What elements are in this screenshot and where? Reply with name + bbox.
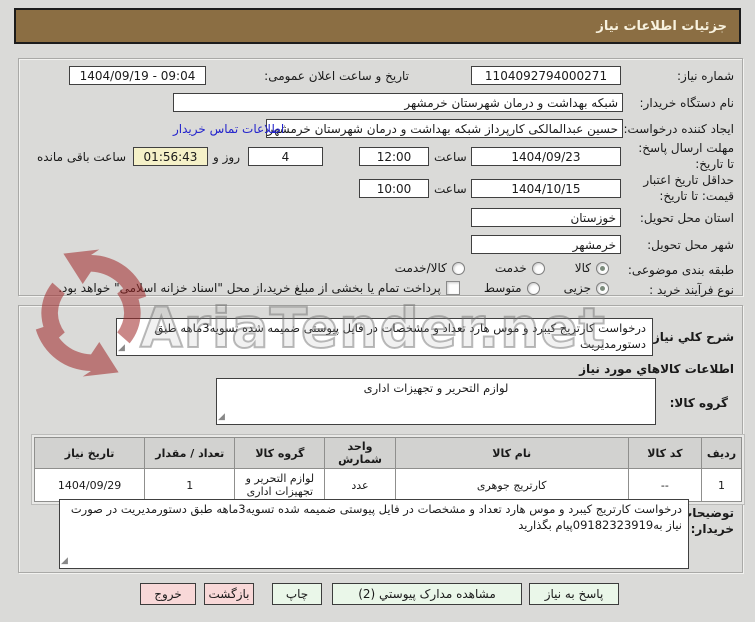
col-unit: واحد شمارش (324, 437, 396, 469)
treasury-checkbox-label: پرداخت تمام یا بخشی از مبلغ خرید،از محل … (58, 281, 441, 295)
buyer-org-value: شبکه بهداشت و درمان شهرستان خرمشهر (404, 95, 618, 110)
price-validity-label: حداقل تاریخ اعتبار قیمت: تا تاریخ: (643, 173, 734, 203)
goods-table-container: ردیف کد کالا نام کالا واحد شمارش گروه کا… (31, 434, 745, 505)
need-info-panel: شماره نیاز: 1104092794000271 تاریخ و ساع… (18, 58, 743, 297)
resize-handle-icon: ◢ (218, 411, 225, 422)
page-title-text: جزئیات اطلاعات نیاز (596, 18, 727, 34)
radio-label: کالا (574, 261, 591, 275)
goods-info-panel: شرح کلي نیاز: درخواست کارتریج کیبرد و مو… (18, 305, 745, 573)
buyer-org-label: نام دستگاه خریدار: (639, 96, 735, 110)
deadline-hour-label: ساعت (434, 150, 467, 164)
deadline-label: مهلت ارسال پاسخ: تا تاریخ: (638, 141, 734, 171)
announce-field[interactable]: 1404/09/19 - 09:04 (69, 66, 206, 85)
goods-group-label: گروه کالا: (669, 396, 728, 410)
price-validity-hour-label: ساعت (434, 182, 467, 196)
col-row-index: ردیف (700, 437, 743, 469)
buyer-notes-value: درخواست کارتریج کیبرد و موس هارد تعداد و… (70, 502, 682, 532)
countdown-value: 01:56:43 (143, 149, 198, 164)
radio-icon[interactable] (596, 261, 609, 275)
page-title: جزئیات اطلاعات نیاز (14, 8, 741, 44)
announce-value: 1404/09/19 - 09:04 (79, 68, 196, 83)
remaining-days-field[interactable]: 4 (248, 147, 323, 166)
days-and-label: روز و (213, 150, 240, 164)
col-quantity: تعداد / مقدار (144, 437, 236, 469)
col-goods-code: کد کالا (627, 437, 702, 469)
process-type-label: نوع فرآیند خرید : (649, 283, 734, 297)
cell-goods-name: کارتریج جوهری (394, 468, 629, 502)
countdown-field: 01:56:43 (133, 147, 208, 166)
city-label: شهر محل تحویل: (647, 238, 734, 252)
deadline-time-field[interactable]: 12:00 (359, 147, 429, 166)
treasury-checkbox-item[interactable]: پرداخت تمام یا بخشی از مبلغ خرید،از محل … (58, 281, 460, 295)
print-button[interactable]: چاپ (272, 583, 322, 605)
need-number-value: 1104092794000271 (484, 68, 608, 83)
radio-label: کالا/خدمت (394, 261, 447, 275)
price-validity-time-value: 10:00 (376, 181, 412, 196)
deadline-date-value: 1404/09/23 (511, 149, 581, 164)
respond-to-need-button[interactable]: پاسخ به نیاز (529, 583, 619, 605)
classification-radio-group: کالا خدمت کالا/خدمت (395, 261, 609, 275)
table-header-row: ردیف کد کالا نام کالا واحد شمارش گروه کا… (33, 437, 743, 469)
radio-icon[interactable] (596, 281, 609, 295)
radio-label: متوسط (483, 281, 522, 295)
need-description-value: درخواست کارتریج کیبرد و موس هارد تعداد و… (154, 321, 647, 351)
cell-goods-group: لوازم التحریر و تجهیزات اداری (234, 468, 326, 502)
cell-goods-code: -- (627, 468, 702, 502)
province-value: خوزستان (570, 210, 616, 225)
city-value: خرمشهر (572, 237, 616, 252)
goods-group-value: لوازم التحریر و تجهیزات اداری (363, 381, 509, 395)
radio-option-service[interactable]: خدمت (495, 261, 545, 275)
process-type-radio-group: جزیی متوسط پرداخت تمام یا بخشی از مبلغ خ… (58, 281, 609, 295)
col-goods-name: نام کالا (394, 437, 629, 469)
remaining-days-value: 4 (281, 149, 290, 164)
announce-label: تاریخ و ساعت اعلان عمومی: (264, 69, 409, 83)
treasury-checkbox-icon[interactable] (445, 281, 460, 295)
classification-label: طبقه بندی موضوعی: (627, 263, 734, 277)
radio-option-goods[interactable]: کالا (575, 261, 609, 275)
deadline-date-field[interactable]: 1404/09/23 (471, 147, 621, 166)
price-validity-time-field[interactable]: 10:00 (359, 179, 429, 198)
back-button[interactable]: بازگشت (204, 583, 254, 605)
buyer-notes-textarea[interactable]: درخواست کارتریج کیبرد و موس هارد تعداد و… (59, 499, 689, 569)
hours-remaining-label: ساعت باقی مانده (37, 150, 127, 164)
price-validity-date-field[interactable]: 1404/10/15 (471, 179, 621, 198)
radio-icon[interactable] (531, 261, 545, 275)
province-field[interactable]: خوزستان (471, 208, 621, 227)
goods-table: ردیف کد کالا نام کالا واحد شمارش گروه کا… (33, 437, 743, 502)
radio-option-minor[interactable]: جزیی (564, 281, 609, 295)
need-description-label: شرح کلي نیاز: (648, 330, 734, 344)
need-number-label: شماره نیاز: (677, 69, 734, 83)
resize-handle-icon: ◢ (118, 342, 125, 353)
radio-option-medium[interactable]: متوسط (484, 281, 540, 295)
buyer-org-field[interactable]: شبکه بهداشت و درمان شهرستان خرمشهر (173, 93, 623, 112)
goods-section-header: اطلاعات کالاهاي مورد نیاز (579, 362, 734, 376)
city-field[interactable]: خرمشهر (471, 235, 621, 254)
radio-icon[interactable] (451, 261, 465, 275)
cell-row-index: 1 (700, 468, 743, 502)
col-need-date: تاریخ نیاز (33, 437, 146, 469)
radio-label: جزیی (563, 281, 591, 295)
cell-need-date: 1404/09/29 (33, 468, 146, 502)
deadline-time-value: 12:00 (376, 149, 412, 164)
creator-label: ایجاد کننده درخواست: (623, 122, 734, 136)
resize-handle-icon: ◢ (61, 555, 68, 566)
radio-icon[interactable] (526, 281, 540, 295)
radio-option-goods-service[interactable]: کالا/خدمت (395, 261, 465, 275)
view-attached-docs-button[interactable]: مشاهده مدارک پیوستي (2) (332, 583, 522, 605)
need-details-window: جزئیات اطلاعات نیاز شماره نیاز: 11040927… (0, 0, 755, 622)
creator-value: حسین عبدالمالکی کارپرداز شبکه بهداشت و د… (267, 121, 618, 136)
creator-field[interactable]: حسین عبدالمالکی کارپرداز شبکه بهداشت و د… (266, 119, 623, 138)
need-description-textarea[interactable]: درخواست کارتریج کیبرد و موس هارد تعداد و… (116, 318, 653, 356)
buyer-contact-link[interactable]: اطلاعات تماس خریدار (173, 122, 284, 136)
need-number-field[interactable]: 1104092794000271 (471, 66, 621, 85)
cell-quantity: 1 (144, 468, 236, 502)
exit-button[interactable]: خروج (140, 583, 196, 605)
province-label: استان محل تحویل: (639, 211, 734, 225)
cell-unit: عدد (324, 468, 396, 502)
col-goods-group: گروه کالا (234, 437, 326, 469)
radio-label: خدمت (494, 261, 527, 275)
table-row[interactable]: 1 -- کارتریج جوهری عدد لوازم التحریر و ت… (33, 468, 743, 502)
price-validity-date-value: 1404/10/15 (511, 181, 581, 196)
goods-group-textarea[interactable]: لوازم التحریر و تجهیزات اداری ◢ (216, 378, 656, 425)
